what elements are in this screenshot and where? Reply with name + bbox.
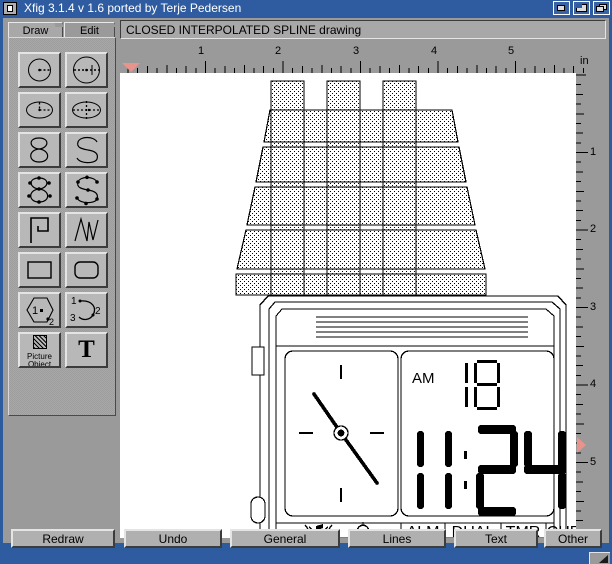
tab-edit-label: Edit: [80, 25, 99, 37]
svg-text:1: 1: [71, 296, 77, 307]
general-button[interactable]: General: [230, 529, 340, 548]
main-frame: Draw Edit 1 2 1 2 3 Picture Object T CLO…: [3, 18, 609, 543]
command-button-bar: Redraw Undo General Lines Text Other: [3, 529, 609, 551]
circle-by-radius-tool[interactable]: [18, 52, 61, 88]
status-bar: [0, 551, 612, 564]
window-controls: [553, 1, 610, 16]
hruler-tick-3: 3: [353, 45, 360, 57]
closed-approx-spline-tool[interactable]: [18, 132, 61, 168]
vruler-tick-4: 4: [590, 378, 597, 390]
svg-text:3: 3: [70, 313, 76, 324]
xfig-window: Xfig 3.1.4 v 1.6 ported by Terje Pederse…: [0, 0, 612, 564]
tool-grid: 12 123 Picture Object T: [18, 52, 108, 368]
text-icon: T: [78, 336, 95, 363]
redraw-button[interactable]: Redraw: [11, 529, 115, 548]
lines-button[interactable]: Lines: [348, 529, 446, 548]
tab-notch: [54, 23, 64, 27]
ruler-unit-label: in: [580, 55, 589, 67]
svg-text:2: 2: [49, 317, 54, 326]
open-approx-spline-tool[interactable]: [65, 132, 108, 168]
closed-interpolated-spline-tool[interactable]: [18, 172, 61, 208]
regular-polygon-tool[interactable]: 12: [18, 292, 61, 328]
resize-grip[interactable]: [589, 552, 610, 564]
text-button[interactable]: Text: [454, 529, 538, 548]
vruler-tick-2: 2: [590, 223, 597, 235]
hruler-tick-5: 5: [508, 45, 515, 57]
ellipse-by-radius-tool[interactable]: [18, 92, 61, 128]
maximize-button[interactable]: [573, 1, 590, 15]
system-menu-icon[interactable]: [3, 2, 17, 15]
hruler-tick-2: 2: [275, 45, 282, 57]
tab-draw-label: Draw: [22, 25, 49, 37]
undo-button[interactable]: Undo: [124, 529, 222, 548]
drawing-tool-panel: 12 123 Picture Object T: [8, 37, 116, 416]
picture-object-tool[interactable]: Picture Object: [18, 332, 61, 368]
text-tool[interactable]: T: [65, 332, 108, 368]
ellipse-by-diameter-tool[interactable]: [65, 92, 108, 128]
restore-button[interactable]: [593, 1, 610, 15]
picture-object-label: Picture Object: [20, 335, 59, 366]
horizontal-ruler-cursor: [122, 63, 140, 72]
box-tool[interactable]: [18, 252, 61, 288]
clock-radio-drawing: ALM DUAL TMR CHR AM: [235, 80, 576, 538]
minimize-button[interactable]: [553, 1, 570, 15]
svg-text:2: 2: [95, 306, 101, 317]
open-interpolated-spline-tool[interactable]: [65, 172, 108, 208]
tab-notch: [106, 23, 116, 27]
picture-object-icon: [32, 335, 47, 349]
drawing-canvas[interactable]: ALM DUAL TMR CHR AM: [120, 73, 576, 538]
rounded-box-tool[interactable]: [65, 252, 108, 288]
hruler-tick-1: 1: [198, 45, 205, 57]
hruler-tick-4: 4: [431, 45, 438, 57]
vruler-tick-3: 3: [590, 301, 597, 313]
circle-by-diameter-tool[interactable]: [65, 52, 108, 88]
horizontal-ruler[interactable]: 1 2 3 4 5 in: [120, 41, 606, 73]
vruler-tick-5: 5: [590, 456, 597, 468]
vertical-ruler-cursor: [577, 437, 586, 453]
vertical-ruler[interactable]: 1 2 3 4 5: [576, 73, 606, 538]
arc-tool[interactable]: 1 2 3: [65, 292, 108, 328]
svg-text:1: 1: [32, 305, 38, 317]
polyline-tool[interactable]: [65, 212, 108, 248]
vruler-tick-1: 1: [590, 146, 597, 158]
other-button[interactable]: Other: [544, 529, 602, 548]
lcd-meridiem: AM: [412, 370, 435, 387]
window-title: Xfig 3.1.4 v 1.6 ported by Terje Pederse…: [24, 1, 242, 15]
polygon-tool[interactable]: [18, 212, 61, 248]
command-status-field[interactable]: CLOSED INTERPOLATED SPLINE drawing: [120, 20, 606, 39]
title-bar: Xfig 3.1.4 v 1.6 ported by Terje Pederse…: [0, 0, 612, 17]
